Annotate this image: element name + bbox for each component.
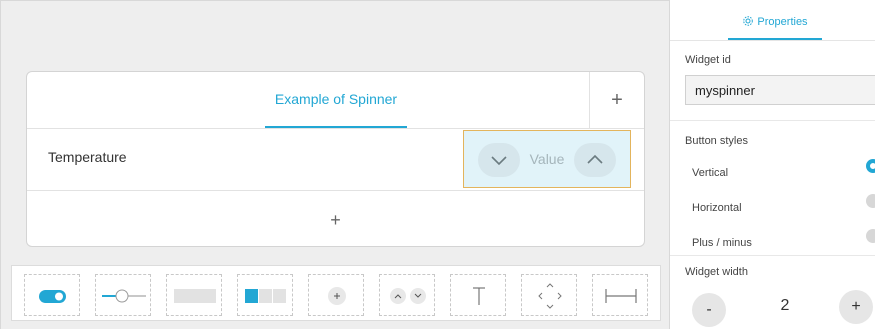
width-value: 2 [780, 297, 790, 314]
width-increment-button[interactable]: + [839, 290, 873, 324]
textbox-tool-icon [174, 289, 216, 303]
spinner-tool[interactable] [379, 274, 435, 316]
tab-divider [670, 40, 875, 41]
slider-tool-icon [102, 289, 146, 303]
spinner-decrement-button[interactable] [478, 143, 520, 177]
groupbutton-tool-icon [245, 289, 286, 303]
spacer-tool-icon [605, 289, 637, 303]
option-vertical-label[interactable]: Vertical [692, 167, 728, 179]
row-label[interactable]: Temperature [48, 129, 127, 185]
toggle-tool[interactable] [24, 274, 80, 316]
toggle-tool-icon [39, 290, 66, 303]
text-tool-icon [473, 287, 485, 305]
spacer-tool[interactable] [592, 274, 648, 316]
spinner-increment-button[interactable] [574, 143, 616, 177]
directional-pad-tool[interactable] [521, 274, 577, 316]
textbox-tool[interactable] [166, 274, 222, 316]
text-tool[interactable] [450, 274, 506, 316]
add-row-button[interactable]: + [27, 192, 644, 246]
width-decrement-button[interactable]: - [692, 293, 726, 327]
radio-plus-minus[interactable] [866, 229, 875, 243]
option-horizontal-label[interactable]: Horizontal [692, 202, 742, 214]
widget-width-label: Widget width [685, 266, 748, 278]
option-plus-minus-label[interactable]: Plus / minus [692, 237, 752, 249]
panel-title-underline [265, 126, 407, 128]
editor-canvas: Example of Spinner + Temperature Value + [0, 0, 669, 329]
widget-row: Temperature Value [27, 129, 644, 191]
widget-toolbar [11, 265, 661, 321]
spinner-value: Value [529, 151, 565, 167]
section-divider [670, 120, 875, 121]
properties-panel: Properties Widget id myspinner Button st… [669, 0, 875, 329]
section-divider [670, 255, 875, 256]
groupbutton-tool[interactable] [237, 274, 293, 316]
radio-vertical[interactable] [866, 159, 875, 173]
tab-properties-label: Properties [757, 16, 808, 28]
spinner-tool-icon [390, 288, 426, 304]
radio-horizontal[interactable] [866, 194, 875, 208]
button-styles-label: Button styles [685, 135, 748, 147]
tab-properties[interactable]: Properties [730, 0, 820, 40]
panel: Example of Spinner + Temperature Value + [26, 71, 645, 247]
panel-header: Example of Spinner + [27, 72, 644, 129]
slider-tool[interactable] [95, 274, 151, 316]
button-tool[interactable] [308, 274, 364, 316]
widget-id-label: Widget id [685, 54, 731, 66]
chevron-up-icon [587, 154, 603, 164]
spinner-widget[interactable]: Value [463, 130, 631, 188]
gear-icon [743, 16, 754, 26]
directional-pad-tool-icon [538, 283, 562, 309]
add-page-button[interactable]: + [589, 72, 644, 129]
widget-id-input[interactable]: myspinner [685, 75, 875, 105]
panel-title[interactable]: Example of Spinner [265, 72, 407, 129]
button-tool-icon [328, 287, 346, 305]
chevron-down-icon [491, 156, 507, 166]
